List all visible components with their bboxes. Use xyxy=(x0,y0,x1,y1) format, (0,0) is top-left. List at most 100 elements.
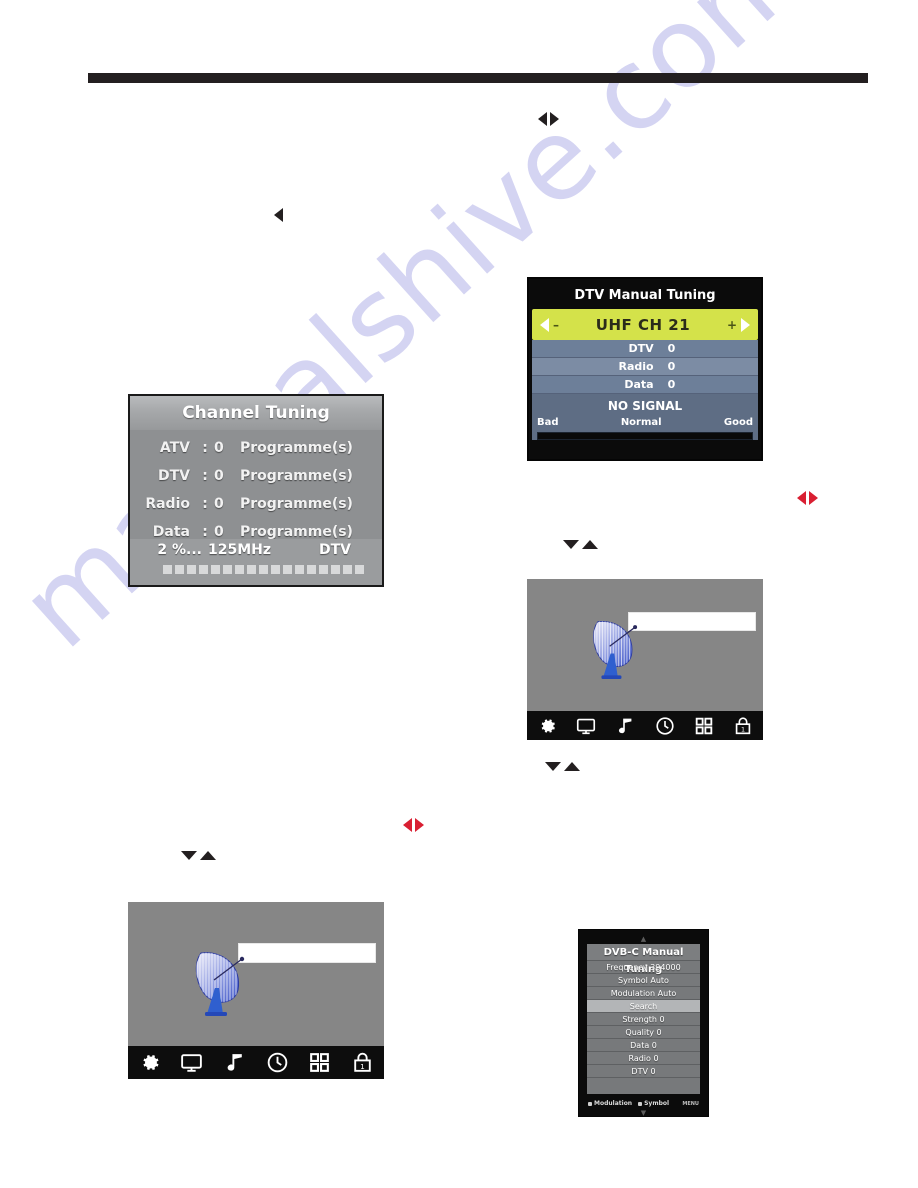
hint-modulation[interactable]: Modulation xyxy=(588,1100,632,1107)
dvbc-list-spacer xyxy=(587,1078,700,1094)
music-note-icon[interactable] xyxy=(614,715,636,737)
list-item[interactable]: Quality 0 xyxy=(587,1026,700,1039)
gear-icon[interactable] xyxy=(137,1050,162,1075)
arrow-marker-red-lower xyxy=(403,818,424,832)
progress-segment xyxy=(235,565,244,574)
monitor-icon[interactable] xyxy=(575,715,597,737)
channel-count: 0 xyxy=(214,496,224,512)
table-row: Data 0 xyxy=(532,376,758,394)
table-row: Radio : 0 Programme(s) xyxy=(130,490,382,518)
scroll-down-caret-icon[interactable]: ▼ xyxy=(583,1110,704,1117)
scale-label-bad: Bad xyxy=(537,417,559,428)
list-item[interactable]: Search xyxy=(587,1000,700,1013)
arrow-left-icon xyxy=(538,112,547,126)
progress-segment xyxy=(319,565,328,574)
progress-segment xyxy=(247,565,256,574)
osd-toolbar: 1 xyxy=(527,711,763,740)
arrow-up-icon xyxy=(564,762,580,771)
channel-tuning-title: Channel Tuning xyxy=(130,396,382,430)
clock-icon[interactable] xyxy=(265,1050,290,1075)
satellite-dish-icon xyxy=(587,619,645,679)
channel-count: 0 xyxy=(214,468,224,484)
channel-unit-label: Programme(s) xyxy=(240,496,353,512)
arrow-marker-left-single xyxy=(274,208,283,222)
table-row: DTV 0 xyxy=(532,340,758,358)
key-chip-icon xyxy=(588,1101,592,1106)
channel-selector-row[interactable]: – UHF CH 21 + xyxy=(532,309,758,340)
scroll-up-caret-icon[interactable]: ▲ xyxy=(583,936,704,943)
arrow-down-icon xyxy=(181,851,197,860)
gear-icon[interactable] xyxy=(536,715,558,737)
channel-count: 0 xyxy=(214,524,224,540)
grid-icon[interactable] xyxy=(307,1050,332,1075)
grid-icon[interactable] xyxy=(693,715,715,737)
search-input[interactable] xyxy=(628,612,756,631)
arrow-down-icon xyxy=(563,540,579,549)
progress-segment xyxy=(307,565,316,574)
dvbc-panel: DVB-C Manual Tuning Frequency 394000Symb… xyxy=(587,944,700,1094)
monitor-icon[interactable] xyxy=(179,1050,204,1075)
progress-segment xyxy=(283,565,292,574)
list-item[interactable]: Data 0 xyxy=(587,1039,700,1052)
channel-type-label: ATV xyxy=(159,440,190,456)
signal-status-text: NO SIGNAL xyxy=(607,399,683,413)
channel-decrement[interactable]: – xyxy=(540,317,559,332)
channel-increment[interactable]: + xyxy=(726,317,750,332)
progress-segment xyxy=(199,565,208,574)
clock-icon[interactable] xyxy=(654,715,676,737)
arrow-left-icon xyxy=(274,208,283,222)
list-item[interactable]: Modulation Auto xyxy=(587,987,700,1000)
row-key: Radio xyxy=(618,360,654,373)
progress-segment xyxy=(331,565,340,574)
dvbc-manual-title: DVB-C Manual Tuning xyxy=(587,944,700,975)
channel-tuning-dialog: Channel Tuning ATV : 0 Programme(s) DTV … xyxy=(128,394,384,587)
dvbc-manual-tuning-dialog: ▲ DVB-C Manual Tuning Frequency 394000Sy… xyxy=(578,929,709,1117)
dish-screen-right: 1 xyxy=(527,579,763,740)
row-value: 0 xyxy=(667,378,676,391)
channel-tuning-footer: 2 %... 125MHz DTV xyxy=(130,539,382,585)
signal-strength-meter xyxy=(537,432,753,440)
progress-segment xyxy=(187,565,196,574)
scan-status: 2 %... 125MHz DTV xyxy=(130,539,382,561)
scan-percent: 2 %... xyxy=(157,542,202,558)
music-note-icon[interactable] xyxy=(222,1050,247,1075)
progress-segment xyxy=(163,565,172,574)
list-item[interactable]: DTV 0 xyxy=(587,1065,700,1078)
dtv-manual-title: DTV Manual Tuning xyxy=(532,282,758,309)
separator-colon: : xyxy=(202,496,208,512)
channel-type-label: Radio xyxy=(145,496,190,512)
signal-section: NO SIGNAL Bad Normal Good xyxy=(532,394,758,440)
header-rule xyxy=(88,73,868,83)
separator-colon: : xyxy=(202,440,208,456)
list-item[interactable]: Symbol Auto xyxy=(587,974,700,987)
hint-symbol[interactable]: Symbol xyxy=(638,1100,669,1107)
arrow-left-icon xyxy=(403,818,412,832)
osd-toolbar: 1 xyxy=(128,1046,384,1079)
arrow-marker-down-up-bottom xyxy=(181,851,216,860)
list-item[interactable]: Frequency 394000 xyxy=(587,961,700,974)
table-row: ATV : 0 Programme(s) xyxy=(130,434,382,462)
hint-menu-label[interactable]: MENU xyxy=(682,1101,699,1107)
arrow-right-icon xyxy=(809,491,818,505)
separator-colon: : xyxy=(202,524,208,540)
key-chip-icon xyxy=(638,1101,643,1106)
lock-icon[interactable]: 1 xyxy=(350,1050,375,1075)
scan-frequency: 125MHz xyxy=(208,542,272,558)
progress-segment xyxy=(223,565,232,574)
channel-tuning-rows: ATV : 0 Programme(s) DTV : 0 Programme(s… xyxy=(130,430,382,546)
plus-symbol: + xyxy=(726,317,737,332)
search-input[interactable] xyxy=(238,943,376,963)
chevron-right-icon xyxy=(741,317,750,332)
progress-segment xyxy=(271,565,280,574)
arrow-marker-top-lr xyxy=(538,112,559,126)
channel-count: 0 xyxy=(214,440,224,456)
hint-symbol-label: Symbol xyxy=(644,1100,670,1107)
channel-unit-label: Programme(s) xyxy=(240,468,353,484)
scan-source: DTV xyxy=(318,542,351,558)
dvbc-menu-list: Frequency 394000 Symbol Auto Modulation Au… xyxy=(587,961,700,1078)
list-item[interactable]: Radio 0 xyxy=(587,1052,700,1065)
list-item[interactable]: Strength 0 xyxy=(587,1013,700,1026)
lock-icon[interactable]: 1 xyxy=(732,715,754,737)
arrow-left-icon xyxy=(797,491,806,505)
progress-segment xyxy=(175,565,184,574)
